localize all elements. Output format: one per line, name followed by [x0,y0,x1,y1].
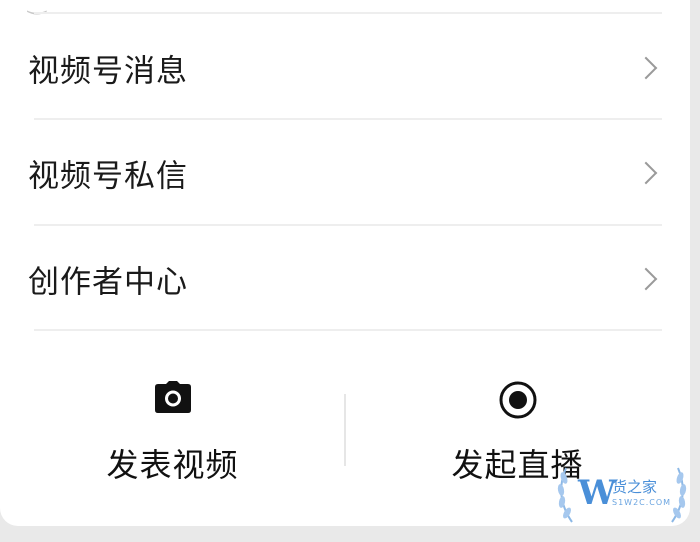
menu-item-label: 视频号私信 [28,158,188,195]
chevron-right-icon [634,161,658,185]
chevron-right-icon [634,267,658,291]
watermark-logo: W 货之家 S1W2C.COM [552,460,692,534]
menu-item-creator-center[interactable]: 创作者中心 [0,227,690,331]
divider [34,329,662,331]
menu-item-channel-messages[interactable]: 视频号消息 [0,16,690,120]
watermark-domain: S1W2C.COM [612,498,672,507]
post-video-label: 发表视频 [106,446,239,484]
menu-item-label: 视频号消息 [28,53,188,90]
post-video-button[interactable]: 发表视频 [0,332,345,526]
menu-item-label: 创作者中心 [28,264,188,301]
camera-icon [153,380,193,418]
live-record-icon [498,380,538,424]
watermark-brand: 货之家 [612,478,658,496]
chevron-right-icon [634,56,658,80]
divider [34,12,662,14]
menu-card: ‿ 视频号消息 视频号私信 创作者中心 发表视频 发起直播 [0,0,690,526]
svg-text:W: W [577,473,617,513]
menu-item-channel-private-messages[interactable]: 视频号私信 [0,121,690,225]
laurel-icon: W [557,467,687,523]
divider [34,224,662,226]
divider [34,118,662,120]
